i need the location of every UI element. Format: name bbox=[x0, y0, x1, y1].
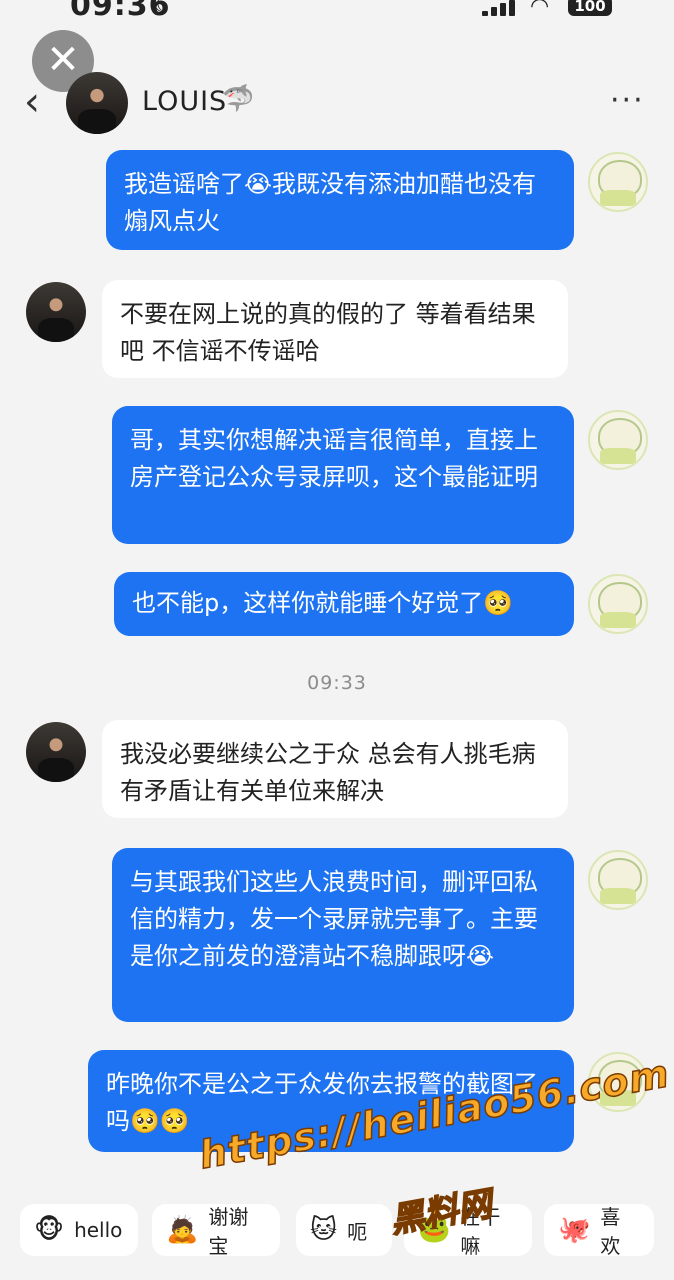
wifi-icon: ◠ bbox=[530, 0, 550, 19]
contact-name[interactable]: LOUIS bbox=[142, 86, 227, 117]
quick-reply-label: 谢谢宝 bbox=[208, 1205, 249, 1258]
pleading-emoji-icon: 🥺🥺 bbox=[130, 1107, 190, 1135]
quick-reply-bar: 🐵 hello 🙇 谢谢宝 🐱 呃 🐸 在干嘛 🐙 喜欢 bbox=[0, 1204, 674, 1260]
quick-reply-label: hello bbox=[74, 1218, 123, 1242]
frog-sticker-icon: 🐸 bbox=[418, 1215, 451, 1245]
moon-icon: ☾ bbox=[152, 0, 174, 18]
self-avatar[interactable] bbox=[588, 574, 648, 634]
contact-avatar[interactable] bbox=[66, 72, 128, 134]
message-bubble-outgoing[interactable]: 哥，其实你想解决谣言很简单，直接上房产登记公众号录屏呗，这个最能证明 bbox=[112, 406, 574, 544]
message-bubble-outgoing[interactable]: 也不能p，这样你就能睡个好觉了🥺 bbox=[114, 572, 574, 636]
quick-reply-uh[interactable]: 🐱 呃 bbox=[296, 1204, 392, 1256]
message-text: 我造谣啥了 bbox=[124, 170, 244, 198]
message-bubble-outgoing[interactable]: 我造谣啥了😭我既没有添油加醋也没有煽风点火 bbox=[106, 150, 574, 250]
signal-icon bbox=[482, 0, 518, 16]
message-bubble-outgoing[interactable]: 昨晚你不是公之于众发你去报警的截图了吗🥺🥺 bbox=[88, 1050, 574, 1152]
message-bubble-outgoing[interactable]: 与其跟我们这些人浪费时间，删评回私信的精力，发一个录屏就完事了。主要是你之前发的… bbox=[112, 848, 574, 1022]
message-text: 也不能p，这样你就能睡个好觉了 bbox=[132, 589, 484, 617]
back-button[interactable]: ‹ bbox=[24, 80, 40, 124]
shark-icon: 🦈 bbox=[222, 84, 255, 114]
status-bar: 09:36 ☾ ◠ 100 bbox=[0, 0, 674, 23]
octopus-sticker-icon: 🐙 bbox=[558, 1215, 591, 1245]
message-text: 不要在网上说的真的假的了 等着看结果吧 不信谣不传谣哈 bbox=[120, 300, 536, 365]
more-options-button[interactable]: ··· bbox=[610, 86, 645, 116]
monkey-sticker-icon: 🐵 bbox=[34, 1215, 65, 1245]
bowing-sticker-icon: 🙇 bbox=[166, 1215, 199, 1245]
contact-message-avatar[interactable] bbox=[26, 722, 86, 782]
quick-reply-like[interactable]: 🐙 喜欢 bbox=[544, 1204, 654, 1258]
self-avatar[interactable] bbox=[588, 850, 648, 910]
message-bubble-incoming[interactable]: 不要在网上说的真的假的了 等着看结果吧 不信谣不传谣哈 bbox=[102, 280, 568, 378]
quick-reply-label: 在干嘛 bbox=[460, 1205, 501, 1258]
crying-emoji-icon: 😭 bbox=[244, 170, 273, 198]
quick-reply-hello[interactable]: 🐵 hello bbox=[20, 1204, 138, 1256]
self-avatar[interactable] bbox=[588, 1052, 648, 1112]
message-timestamp: 09:33 bbox=[307, 672, 367, 694]
message-text: 哥，其实你想解决谣言很简单，直接上房产登记公众号录屏呗，这个最能证明 bbox=[130, 426, 538, 491]
contact-message-avatar[interactable] bbox=[26, 282, 86, 342]
self-avatar[interactable] bbox=[588, 410, 648, 470]
quick-reply-label: 呃 bbox=[347, 1219, 368, 1244]
battery-icon: 100 bbox=[568, 0, 612, 16]
self-avatar[interactable] bbox=[588, 152, 648, 212]
pleading-emoji-icon: 🥺 bbox=[483, 589, 514, 617]
quick-reply-label: 喜欢 bbox=[600, 1205, 621, 1258]
quick-reply-thanks[interactable]: 🙇 谢谢宝 bbox=[152, 1204, 280, 1258]
quick-reply-what-doing[interactable]: 🐸 在干嘛 bbox=[404, 1204, 532, 1258]
crying-emoji-icon: 😭 bbox=[466, 942, 495, 970]
cat-sticker-icon: 🐱 bbox=[310, 1215, 338, 1245]
message-text: 我没必要继续公之于众 总会有人挑毛病 有矛盾让有关单位来解决 bbox=[120, 740, 536, 805]
message-bubble-incoming[interactable]: 我没必要继续公之于众 总会有人挑毛病 有矛盾让有关单位来解决 bbox=[102, 720, 568, 818]
